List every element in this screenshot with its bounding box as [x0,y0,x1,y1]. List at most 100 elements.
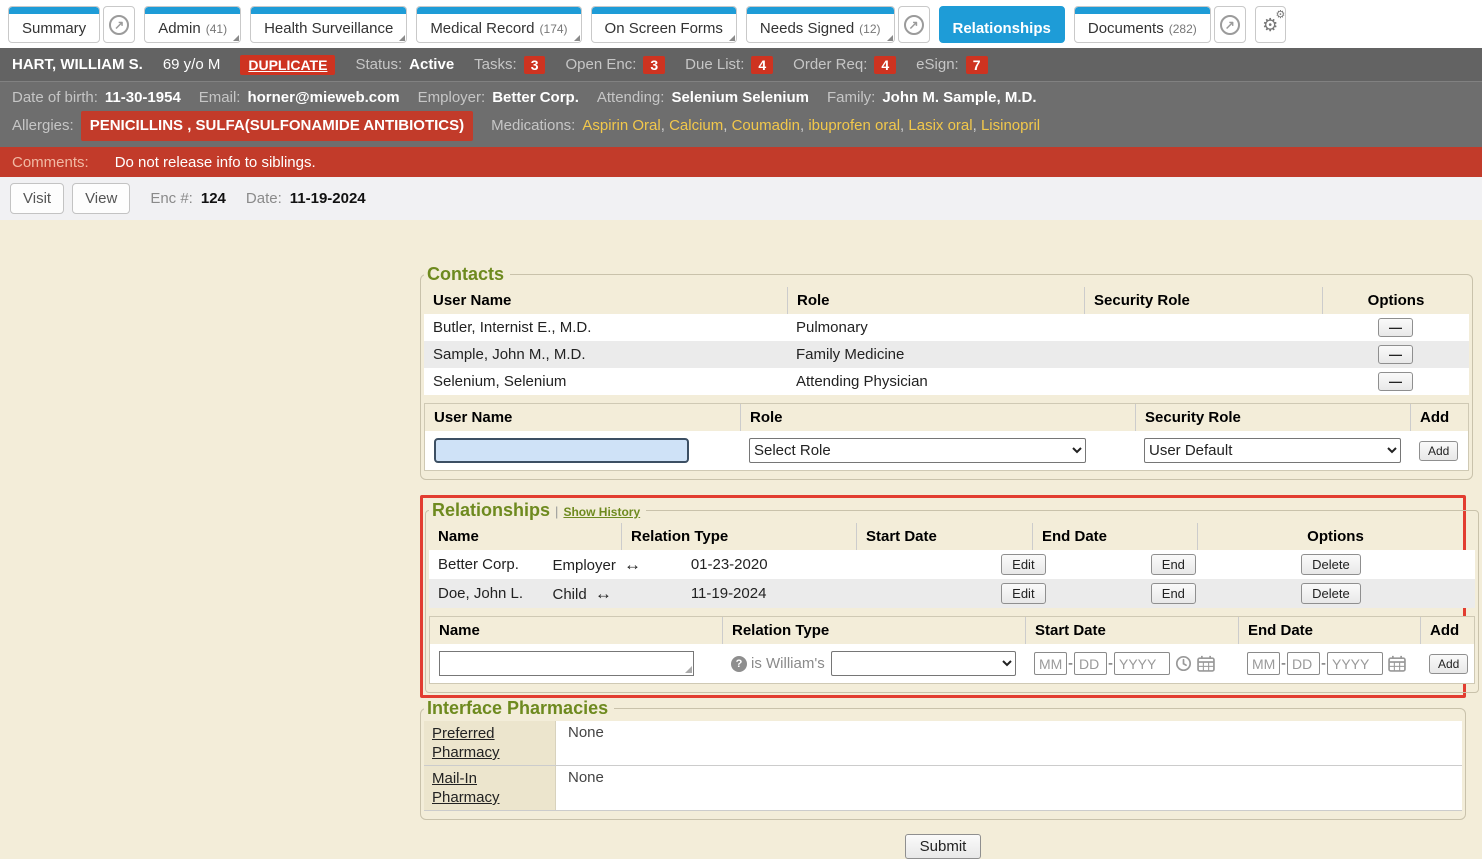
add-rel-header-add: Add [1420,617,1474,644]
attending-label: Attending: [597,85,665,111]
add-contact-header-role: Role [740,404,1135,431]
end-day-input[interactable] [1287,652,1320,675]
pharmacies-title: Interface Pharmacies [424,698,614,719]
tab-on-screen-forms[interactable]: On Screen Forms [591,6,737,43]
main-content: Contacts User Name Role Security Role Op… [420,220,1466,859]
add-contact-row: Select Role User Default Add [425,431,1468,470]
end-month-input[interactable] [1247,652,1280,675]
pharmacy-row: Preferred Pharmacy None [424,721,1462,766]
allergies-badge[interactable]: PENICILLINS , SULFA(SULFONAMIDE ANTIBIOT… [81,111,473,141]
medications-label: Medications: [491,113,575,139]
bidirectional-arrow-icon: ↔ [624,555,641,574]
tab-documents[interactable]: Documents (282) [1074,6,1211,43]
list-separator: , [661,117,669,134]
relationships-header-row: Name Relation Type Start Date End Date O… [429,523,1475,550]
help-icon[interactable]: ? [731,656,747,672]
relationships-highlight: Relationships | Show History Name Relati… [420,495,1466,698]
tab-needs-signed[interactable]: Needs Signed (12) [746,6,895,43]
relationships-legend: Relationships | Show History [429,500,646,521]
open-enc-label: Open Enc: [565,56,636,73]
add-rel-header-name: Name [430,617,722,644]
date-value: 11-19-2024 [290,190,366,207]
submit-button[interactable]: Submit [905,834,982,859]
rel-end-date [787,561,887,569]
medication-link[interactable]: Coumadin [732,117,800,134]
allergies-label: Allergies: [12,113,74,139]
medication-link[interactable]: Lisinopril [981,117,1040,134]
contact-name: Sample, John M., M.D. [424,342,787,367]
pharmacies-section: Interface Pharmacies Preferred Pharmacy … [420,698,1466,820]
contact-name: Selenium, Selenium [424,369,787,394]
clock-icon[interactable] [1175,655,1192,672]
end-relationship-button[interactable]: End [1151,554,1196,575]
tab-admin[interactable]: Admin (41) [144,6,241,43]
list-separator: , [973,117,981,134]
add-contact-button[interactable]: Add [1419,441,1458,461]
family-label: Family: [827,85,875,111]
medication-link[interactable]: Lasix oral [908,117,972,134]
possessive-text: is William's [751,655,825,672]
tab-relationships[interactable]: Relationships [939,6,1065,43]
start-day-input[interactable] [1074,652,1107,675]
due-list-count-badge[interactable]: 4 [751,56,773,74]
medications-list: Aspirin Oral, Calcium, Coumadin, ibuprof… [582,113,1040,139]
popout-documents-button[interactable]: ↗ [1214,6,1246,43]
contact-row: Sample, John M., M.D. Family Medicine — [424,341,1469,368]
end-relationship-button[interactable]: End [1151,583,1196,604]
email-label: Email: [199,85,241,111]
patient-banner-row1: HART, WILLIAM S. 69 y/o M DUPLICATE Stat… [0,48,1482,81]
preferred-pharmacy-link[interactable]: Preferred Pharmacy [432,725,500,761]
order-req-count-badge[interactable]: 4 [874,56,896,74]
contact-username-input[interactable] [434,438,689,463]
start-year-input[interactable] [1114,652,1170,675]
family-value: John M. Sample, M.D. [882,85,1036,111]
start-month-input[interactable] [1034,652,1067,675]
rel-start-date: 01-23-2020 [682,552,788,577]
remove-contact-button[interactable]: — [1378,345,1413,364]
tab-health-surveillance[interactable]: Health Surveillance [250,6,407,43]
patient-banner-row2: Date of birth: 11-30-1954 Email: horner@… [0,81,1482,147]
visit-button[interactable]: Visit [10,183,64,214]
dob-label: Date of birth: [12,85,98,111]
dob-value: 11-30-1954 [105,85,181,111]
remove-contact-button[interactable]: — [1378,372,1413,391]
delete-relationship-button[interactable]: Delete [1301,583,1361,604]
show-history-link[interactable]: Show History [563,505,640,519]
add-relationship-row: ? is William's - - [430,644,1474,683]
add-relationship-header-row: Name Relation Type Start Date End Date A… [430,617,1474,644]
tab-summary[interactable]: Summary [8,6,100,43]
medication-link[interactable]: Aspirin Oral [582,117,660,134]
esign-count-badge[interactable]: 7 [966,56,988,74]
view-button[interactable]: View [72,183,130,214]
add-relationship-table: Name Relation Type Start Date End Date A… [429,616,1475,684]
tab-medical-record[interactable]: Medical Record (174) [416,6,581,43]
calendar-icon[interactable] [1388,655,1406,672]
rel-header-type: Relation Type [621,523,856,550]
popout-needs-signed-button[interactable]: ↗ [898,6,930,43]
contact-role-select[interactable]: Select Role [749,438,1086,463]
pharmacy-row: Mail-In Pharmacy None [424,766,1462,811]
relation-type-select[interactable] [831,651,1016,676]
external-link-icon: ↗ [1220,15,1240,35]
remove-contact-button[interactable]: — [1378,318,1413,337]
settings-button[interactable]: ⚙ ⚙ [1255,6,1286,43]
end-year-input[interactable] [1327,652,1383,675]
tasks-count-badge[interactable]: 3 [524,56,546,74]
mail-in-pharmacy-link[interactable]: Mail-In Pharmacy [432,770,500,806]
medication-link[interactable]: ibuprofen oral [808,117,900,134]
calendar-icon[interactable] [1197,655,1215,672]
popout-summary-button[interactable]: ↗ [103,6,135,43]
delete-relationship-button[interactable]: Delete [1301,554,1361,575]
edit-relationship-button[interactable]: Edit [1001,583,1045,604]
edit-relationship-button[interactable]: Edit [1001,554,1045,575]
contact-security-select[interactable]: User Default [1144,438,1401,463]
legend-separator: | [555,504,558,519]
add-contact-header-security: Security Role [1135,404,1410,431]
contact-role: Pulmonary [787,315,1084,340]
medication-link[interactable]: Calcium [669,117,723,134]
relationship-name-input[interactable] [439,651,694,676]
add-relationship-button[interactable]: Add [1429,654,1468,674]
rel-header-name: Name [429,523,621,550]
duplicate-badge[interactable]: DUPLICATE [240,55,335,75]
open-enc-count-badge[interactable]: 3 [643,56,665,74]
